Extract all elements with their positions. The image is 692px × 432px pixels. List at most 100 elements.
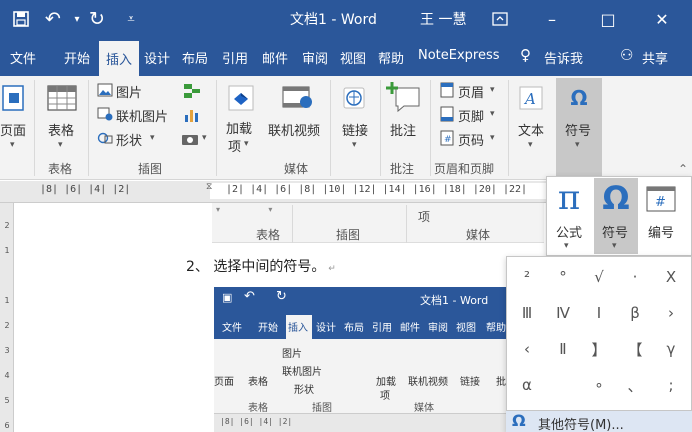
symbols-dropdown-icon[interactable]: ▾ [575,140,580,150]
header-button[interactable]: 页眉 [458,82,484,101]
symbol-cell[interactable]: ‹ [510,334,544,364]
symbol-cell[interactable]: 【 [618,334,652,364]
symbol-button[interactable]: 符号 [602,222,628,241]
number-button[interactable]: 编号 [648,222,674,241]
footer-button[interactable]: 页脚 [458,106,484,125]
symbol-cell[interactable]: Ⅱ [546,334,580,364]
tab-review[interactable]: 审阅 [302,48,328,67]
addins-button-line2[interactable]: 项 [228,136,241,155]
maximize-button[interactable]: □ [594,6,622,32]
text-button[interactable]: 文本 [518,120,544,139]
omega-big-icon[interactable]: Ω [598,178,634,218]
pages-dropdown-icon[interactable]: ▾ [10,140,15,150]
omega-symbol-icon[interactable]: Ω [562,84,596,112]
footer-icon[interactable] [438,106,456,122]
symbol-cell[interactable]: · [618,262,652,292]
vertical-ruler[interactable]: 2 1 1 2 3 4 5 6 [0,203,14,432]
redo-icon[interactable]: ↻ [86,8,108,30]
undo-icon[interactable]: ↶ [42,8,64,30]
table-icon[interactable] [46,84,78,112]
tab-home[interactable]: 开始 [64,48,90,67]
tab-view[interactable]: 视图 [340,48,366,67]
header-dropdown-icon[interactable]: ▾ [490,85,495,95]
addins-icon[interactable] [226,84,256,112]
symbol-cell[interactable]: β [618,298,652,328]
ribbon-display-options-icon[interactable] [486,6,514,32]
customize-quick-access-icon[interactable]: ⩡ [120,8,142,30]
lightbulb-icon[interactable]: ♀ [520,46,531,64]
symbols-button[interactable]: 符号 [565,120,591,139]
symbol-cell[interactable]: ; [654,370,688,400]
link-dropdown-icon[interactable]: ▾ [352,140,357,150]
table-button[interactable]: 表格 [48,120,74,139]
symbol-cell[interactable]: ∘ [582,370,616,400]
equation-pi-icon[interactable]: π [552,178,586,218]
footer-dropdown-icon[interactable]: ▾ [490,109,495,119]
page-number-dropdown-icon[interactable]: ▾ [490,133,495,143]
shapes-dropdown-icon[interactable]: ▾ [150,133,155,143]
minimize-button[interactable]: – [538,6,566,32]
more-symbols-omega-icon[interactable]: Ω [512,411,526,430]
link-icon[interactable] [340,84,370,112]
screenshot-icon[interactable] [180,130,200,148]
symbol-cell[interactable]: Ⅳ [546,298,580,328]
shapes-button[interactable]: 形状 [116,130,142,149]
equation-dropdown-icon[interactable]: ▾ [564,241,569,251]
symbol-cell[interactable]: Ⅰ [582,298,616,328]
more-symbols-button[interactable]: 其他符号(M)... [538,414,624,432]
tab-mailings[interactable]: 邮件 [262,48,288,67]
share-button[interactable]: 共享 [642,48,668,67]
pages-button[interactable]: 页面 [0,120,26,139]
picture-button[interactable]: 图片 [116,82,142,101]
page-number-icon[interactable]: # [438,130,456,146]
text-icon[interactable]: A [516,84,546,112]
picture-icon[interactable] [96,82,114,98]
pages-icon[interactable] [0,84,26,112]
tab-file[interactable]: 文件 [10,48,36,67]
screenshot-dropdown-icon[interactable]: ▾ [202,133,207,143]
collapse-ribbon-icon[interactable]: ⌃ [678,162,688,176]
close-button[interactable]: ✕ [648,6,676,32]
tab-references[interactable]: 引用 [222,48,248,67]
symbol-cell[interactable]: 】 [582,334,616,364]
tab-help[interactable]: 帮助 [378,48,404,67]
tab-design[interactable]: 设计 [144,48,170,67]
link-button[interactable]: 链接 [342,120,368,139]
symbol-cell[interactable]: › [654,298,688,328]
tab-noteexpress[interactable]: NoteExpress [418,48,500,63]
symbol-cell[interactable]: 、 [618,370,652,400]
addins-dropdown-icon[interactable]: ▾ [244,139,249,149]
chart-icon[interactable] [182,106,202,124]
symbol-cell[interactable]: √ [582,262,616,292]
symbol-cell[interactable]: γ [654,334,688,364]
tell-me-box[interactable]: 告诉我 [544,48,583,67]
addins-button[interactable]: 加载 [226,118,252,137]
indent-marker-icon[interactable]: ⧖ [206,182,212,192]
symbol-cell[interactable] [546,370,580,400]
online-video-button[interactable]: 联机视频 [268,120,320,139]
share-person-icon[interactable]: ⚇ [620,46,633,64]
new-comment-icon[interactable] [386,80,422,114]
header-icon[interactable] [438,82,456,98]
online-picture-icon[interactable] [96,106,114,122]
page-number-button[interactable]: 页码 [458,130,484,149]
symbol-cell[interactable]: X [654,262,688,292]
symbol-dropdown-icon[interactable]: ▾ [612,241,617,251]
user-name[interactable]: 王 一慧 [420,9,466,29]
smartart-icon[interactable] [182,82,202,100]
tab-insert[interactable]: 插入 [99,41,139,76]
symbol-cell[interactable]: α [510,370,544,400]
symbol-cell[interactable]: ² [510,262,544,292]
number-icon[interactable]: # [644,184,678,214]
save-icon[interactable] [10,8,32,30]
shapes-icon[interactable] [96,130,114,146]
undo-dropdown-icon[interactable]: ▾ [66,8,88,30]
text-dropdown-icon[interactable]: ▾ [528,140,533,150]
symbol-cell[interactable]: ° [546,262,580,292]
symbol-cell[interactable]: Ⅲ [510,298,544,328]
online-picture-button[interactable]: 联机图片 [116,106,168,125]
online-video-icon[interactable] [282,84,314,112]
comment-button[interactable]: 批注 [390,120,416,139]
equation-button[interactable]: 公式 [556,222,582,241]
table-dropdown-icon[interactable]: ▾ [58,140,63,150]
